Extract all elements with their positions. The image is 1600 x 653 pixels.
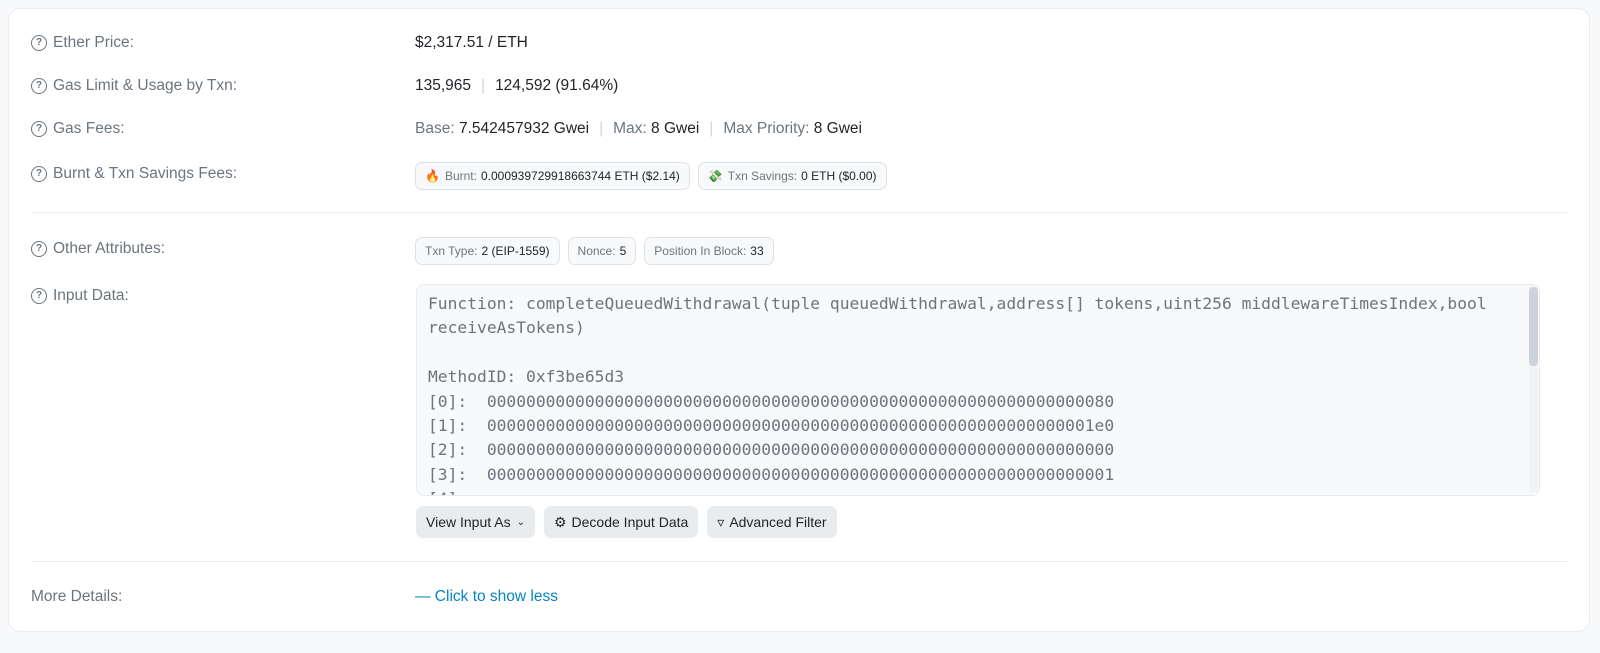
- input-data-line: [4]:: [428, 487, 1509, 495]
- ether-price-value: $2,317.51 / ETH: [415, 34, 528, 51]
- input-data-line: MethodID: 0xf3be65d3: [428, 367, 625, 387]
- input-data-textarea[interactable]: Function: completeQueuedWithdrawal(tuple…: [416, 284, 1540, 496]
- show-less-link[interactable]: — Click to show less: [415, 588, 558, 606]
- burnt-fees-row: ? Burnt & Txn Savings Fees: 🔥 Burnt: 0.0009…: [31, 162, 1567, 190]
- help-icon[interactable]: ?: [31, 241, 47, 257]
- position-value: 33: [750, 244, 764, 258]
- advanced-filter-label: Advanced Filter: [729, 514, 827, 530]
- gas-limit-label: Gas Limit & Usage by Txn:: [53, 77, 238, 94]
- chevron-down-icon: ⌄: [516, 516, 525, 528]
- input-data-line: [3]: 00000000000000000000000000000000000…: [428, 464, 1115, 484]
- txn-type-value: 2 (EIP-1559): [481, 244, 550, 258]
- fire-icon: 🔥: [425, 169, 440, 183]
- burnt-fees-label: Burnt & Txn Savings Fees:: [53, 165, 238, 182]
- gas-usage-value: 124,592 (91.64%): [495, 77, 619, 94]
- txn-savings-badge: 💸 Txn Savings: 0 ETH ($0.00): [697, 162, 887, 190]
- divider: [31, 561, 1567, 562]
- input-data-line: [0]: 00000000000000000000000000000000000…: [428, 391, 1115, 411]
- burnt-badge: 🔥 Burnt: 0.000939729918663744 ETH ($2.14): [415, 162, 690, 190]
- ether-price-row: ? Ether Price: $2,317.51 / ETH: [31, 34, 1567, 52]
- cubes-icon: ⚙: [553, 513, 567, 530]
- divider: [31, 212, 1567, 213]
- txn-type-label: Txn Type:: [425, 244, 478, 258]
- help-icon[interactable]: ?: [31, 288, 47, 304]
- max-fee-value: 8 Gwei: [651, 120, 700, 137]
- other-attributes-row: ? Other Attributes: Txn Type: 2 (EIP-1559)…: [31, 237, 1567, 265]
- help-icon[interactable]: ?: [31, 166, 47, 182]
- gas-fees-row: ? Gas Fees: Base: 7.542457932 Gwei | Max: …: [31, 120, 1567, 138]
- base-fee-label: Base:: [415, 120, 455, 137]
- gas-fees-label: Gas Fees:: [53, 120, 125, 137]
- input-data-line: receiveAsTokens): [428, 318, 585, 338]
- position-label: Position In Block:: [654, 244, 747, 258]
- input-data-line: Function: completeQueuedWithdrawal(tuple…: [428, 294, 1487, 313]
- savings-label: Txn Savings:: [727, 169, 798, 183]
- position-badge: Position In Block: 33: [644, 237, 774, 265]
- view-input-as-label: View Input As: [426, 514, 511, 530]
- scrollbar-thumb[interactable]: [1529, 287, 1538, 366]
- input-data-text[interactable]: Function: completeQueuedWithdrawal(tuple…: [417, 285, 1539, 495]
- transaction-details-card: ? Ether Price: $2,317.51 / ETH ? Gas Limit…: [8, 8, 1590, 632]
- burnt-value: 0.000939729918663744 ETH ($2.14): [480, 169, 680, 183]
- input-data-label: Input Data:: [53, 287, 129, 304]
- savings-value: 0 ETH ($0.00): [801, 169, 877, 183]
- input-data-line: [2]: 00000000000000000000000000000000000…: [428, 440, 1115, 460]
- more-details-row: More Details: — Click to show less: [31, 588, 1567, 606]
- filter-icon: ▿: [717, 513, 725, 530]
- view-input-as-button[interactable]: View Input As ⌄: [416, 506, 535, 538]
- burnt-label: Burnt:: [444, 169, 477, 183]
- other-attributes-label: Other Attributes:: [53, 240, 165, 257]
- input-data-actions: View Input As ⌄ ⚙ Decode Input Data ▿ Advan…: [416, 506, 846, 538]
- money-icon: 💸: [707, 169, 723, 183]
- base-fee-value: 7.542457932 Gwei: [458, 120, 590, 137]
- decode-input-data-button[interactable]: ⚙ Decode Input Data: [543, 506, 699, 538]
- decode-label: Decode Input Data: [571, 514, 689, 530]
- nonce-value: 5: [619, 244, 627, 258]
- max-priority-label: Max Priority:: [723, 120, 810, 137]
- input-data-line: [1]: 00000000000000000000000000000000000…: [428, 416, 1115, 436]
- more-details-label: More Details:: [31, 588, 123, 605]
- max-priority-value: 8 Gwei: [813, 120, 862, 137]
- gas-limit-row: ? Gas Limit & Usage by Txn: 135,965 | 124,5…: [31, 77, 1567, 95]
- help-icon[interactable]: ?: [31, 121, 47, 137]
- nonce-label: Nonce:: [577, 244, 616, 258]
- txn-type-badge: Txn Type: 2 (EIP-1559): [415, 237, 560, 265]
- gas-limit-value: 135,965: [415, 77, 472, 94]
- help-icon[interactable]: ?: [31, 35, 47, 51]
- advanced-filter-button[interactable]: ▿ Advanced Filter: [707, 506, 837, 538]
- max-fee-label: Max:: [613, 120, 647, 137]
- help-icon[interactable]: ?: [31, 78, 47, 94]
- input-data-line: [428, 341, 1509, 365]
- ether-price-label: Ether Price:: [53, 34, 134, 51]
- nonce-badge: Nonce: 5: [567, 237, 637, 265]
